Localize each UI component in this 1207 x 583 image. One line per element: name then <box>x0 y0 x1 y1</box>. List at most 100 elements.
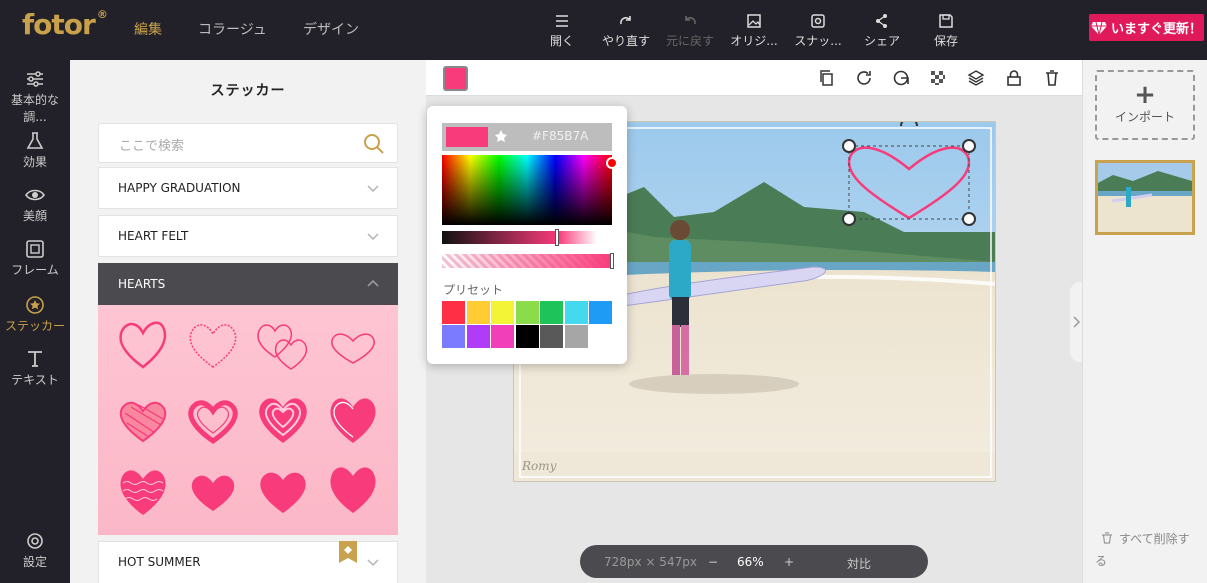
search-input[interactable]: ここで検索 <box>98 123 398 163</box>
preset-swatch[interactable] <box>491 325 514 348</box>
share-button[interactable]: シェア <box>850 12 914 49</box>
sticker-icon <box>26 296 44 314</box>
svg-text:Romy: Romy <box>521 459 557 473</box>
hex-row: #F85B7A <box>442 123 612 151</box>
layers-icon[interactable] <box>967 69 985 87</box>
panel-title: ステッカー <box>210 83 286 99</box>
preset-swatch[interactable] <box>466 301 490 324</box>
left-rail: 基本的な調... 効果 美顔 フレーム ステッカー テキスト 設定 <box>0 60 70 583</box>
layered-heart-sticker[interactable] <box>183 393 243 449</box>
zoom-out-button[interactable]: − <box>708 555 718 569</box>
zoom-level: 66% <box>737 555 764 569</box>
preset-swatch[interactable] <box>589 301 612 324</box>
chevron-up-icon <box>367 279 379 287</box>
eye-icon <box>25 189 45 201</box>
import-button[interactable]: + インポート <box>1095 70 1195 140</box>
nav-design[interactable]: デザイン <box>303 19 359 39</box>
nav-edit[interactable]: 編集 <box>134 19 162 39</box>
rail-item-settings[interactable]: 設定 <box>0 522 70 574</box>
preset-swatch[interactable] <box>540 301 563 324</box>
upgrade-button[interactable]: いますぐ更新！ <box>1089 14 1204 41</box>
flip-icon[interactable] <box>892 69 910 87</box>
sv-cursor[interactable] <box>606 157 618 169</box>
category-hearts[interactable]: HEARTS <box>98 263 398 305</box>
category-happy-graduation[interactable]: HAPPY GRADUATION <box>98 167 398 209</box>
rail-item-beauty[interactable]: 美顔 <box>0 176 70 228</box>
preset-swatch[interactable] <box>515 325 539 348</box>
canvas-toolbar <box>426 60 1082 96</box>
solid-heart-sticker[interactable] <box>183 465 243 521</box>
rail-item-basic-adjust[interactable]: 基本的な調... <box>0 60 70 124</box>
double-heart-sticker[interactable] <box>253 317 313 373</box>
solid-heart-sticker[interactable] <box>323 459 383 515</box>
open-button[interactable]: 開く <box>530 12 594 49</box>
image-dimensions: 728px × 547px <box>604 555 697 569</box>
concentric-heart-sticker[interactable] <box>253 391 313 447</box>
preset-swatch[interactable] <box>442 325 465 348</box>
chevron-right-icon <box>1073 316 1081 328</box>
rail-item-effects[interactable]: 効果 <box>0 122 70 174</box>
preset-label: プリセット <box>443 283 504 297</box>
original-button[interactable]: オリジ... <box>722 12 786 49</box>
preset-swatch[interactable] <box>466 325 490 348</box>
rail-item-sticker[interactable]: ステッカー <box>0 286 70 338</box>
undo-button[interactable]: 元に戻す <box>658 12 722 49</box>
delete-all-button[interactable]: すべて削除する <box>1095 528 1200 572</box>
nav-collage[interactable]: コラージュ <box>198 19 267 39</box>
heart-sticker[interactable] <box>113 317 173 373</box>
transparency-icon[interactable] <box>929 69 947 87</box>
eyedropper-icon[interactable] <box>492 128 510 146</box>
compare-button[interactable]: 対比 <box>847 555 871 572</box>
save-button[interactable]: 保存 <box>914 12 978 49</box>
copy-icon[interactable] <box>818 69 836 87</box>
heart-sticker[interactable] <box>183 317 243 373</box>
flask-icon <box>26 132 44 149</box>
image-icon <box>747 14 761 28</box>
hex-input[interactable]: #F85B7A <box>532 129 588 143</box>
preset-swatch[interactable] <box>564 325 588 348</box>
zoom-bar: 728px × 547px − 66% + 対比 <box>580 545 928 578</box>
rotate-icon[interactable] <box>855 69 873 87</box>
chevron-down-icon <box>367 559 379 567</box>
diamond-icon <box>1090 21 1107 35</box>
rail-item-text[interactable]: テキスト <box>0 340 70 392</box>
search-icon[interactable] <box>363 133 385 155</box>
solid-heart-sticker[interactable] <box>253 463 313 519</box>
gear-icon <box>27 533 43 549</box>
chevron-down-icon <box>367 233 379 241</box>
menu-icon <box>556 15 568 27</box>
category-hot-summer[interactable]: HOT SUMMER <box>98 541 398 583</box>
share-icon <box>876 14 887 28</box>
alpha-handle[interactable] <box>610 253 614 269</box>
zoom-in-button[interactable]: + <box>784 555 794 569</box>
scribble-heart-sticker[interactable] <box>113 393 173 449</box>
trash-icon[interactable] <box>1043 69 1061 87</box>
alpha-slider[interactable] <box>442 253 614 269</box>
preset-swatch[interactable] <box>442 301 465 324</box>
image-thumbnail[interactable] <box>1095 160 1195 235</box>
sketch-heart-sticker[interactable] <box>323 391 383 447</box>
hue-handle[interactable] <box>555 229 559 246</box>
thumbnail-image <box>1098 163 1192 232</box>
preset-swatch[interactable] <box>515 301 539 324</box>
lock-icon[interactable] <box>1005 69 1023 87</box>
category-heart-felt[interactable]: HEART FELT <box>98 215 398 257</box>
sticker-grid <box>98 305 398 535</box>
snapshot-button[interactable]: スナッ... <box>786 12 850 49</box>
fotor-logo[interactable]: fotor ® <box>22 8 108 41</box>
hue-slider[interactable] <box>442 229 597 246</box>
sticker-panel: ステッカー ここで検索 HAPPY GRADUATION HEART FELT … <box>70 60 426 583</box>
saturation-value-field[interactable] <box>442 155 618 225</box>
preset-swatch[interactable] <box>540 325 563 348</box>
right-panel: + インポート すべて削除する <box>1082 60 1207 583</box>
color-swatch-button[interactable] <box>443 66 468 91</box>
top-bar: fotor ® 編集 コラージュ デザイン 開く やり直す 元に戻す オリジ...… <box>0 0 1207 60</box>
redo-button[interactable]: やり直す <box>594 12 658 49</box>
heart-sticker[interactable] <box>323 323 383 379</box>
frame-icon <box>26 240 44 258</box>
rail-item-frame[interactable]: フレーム <box>0 230 70 282</box>
search-placeholder: ここで検索 <box>119 139 185 154</box>
preset-swatch[interactable] <box>564 301 588 324</box>
preset-swatch[interactable] <box>491 301 514 324</box>
pattern-heart-sticker[interactable] <box>113 463 173 519</box>
